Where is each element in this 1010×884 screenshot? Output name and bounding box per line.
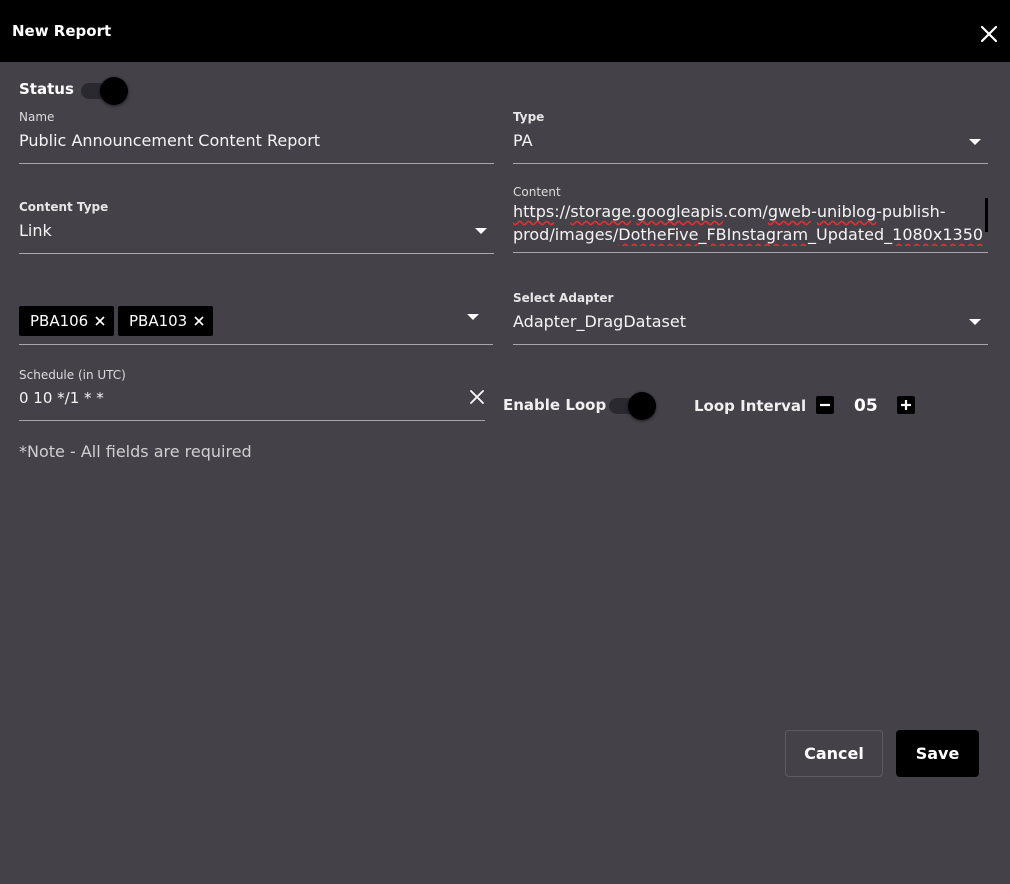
enable-loop-toggle[interactable] [607, 391, 657, 421]
name-input[interactable]: Public Announcement Content Report [19, 131, 320, 150]
save-button[interactable]: Save [896, 730, 979, 777]
content-word: gweb [767, 202, 812, 221]
content-label: Content [513, 185, 561, 199]
content-line-2: prod/images/DotheFive_FBInstagram_Update… [513, 223, 983, 246]
device-chip-label: PBA106 [30, 312, 89, 330]
plus-icon [901, 400, 911, 410]
content-textarea[interactable]: https://storage.googleapis.com/gweb-unib… [513, 200, 983, 246]
content-word: FBInstagram [706, 225, 809, 244]
enable-loop-toggle-knob [628, 392, 656, 420]
adapter-chevron-down-icon[interactable] [969, 319, 981, 325]
devices-underline [19, 344, 493, 345]
content-word: https [513, 202, 555, 221]
content-word: -publish- [876, 202, 946, 221]
content-word: prod/images/ [513, 225, 619, 244]
device-chip: PBA103 [118, 306, 214, 336]
status-toggle-knob [100, 77, 128, 105]
content-type-label: Content Type [19, 200, 109, 214]
content-type-select-value[interactable]: Link [19, 221, 52, 240]
content-word: 1080x1350 [892, 225, 983, 244]
required-note: *Note - All fields are required [19, 442, 252, 461]
device-chip-label: PBA103 [129, 312, 188, 330]
content-scrollbar[interactable] [985, 198, 988, 232]
cancel-button[interactable]: Cancel [785, 730, 883, 777]
increment-button[interactable] [897, 396, 915, 414]
adapter-label: Select Adapter [513, 291, 614, 305]
devices-chevron-down-icon[interactable] [467, 314, 479, 320]
schedule-label: Schedule (in UTC) [19, 368, 126, 382]
chip-close-icon[interactable] [193, 315, 205, 327]
content-word: DotheFive [618, 225, 699, 244]
type-underline [513, 163, 988, 164]
close-icon[interactable] [979, 24, 999, 44]
clear-icon[interactable] [469, 389, 485, 405]
content-word: storage [570, 202, 632, 221]
content-type-underline [19, 253, 494, 254]
schedule-underline [19, 420, 485, 421]
dialog-title: New Report [12, 22, 112, 40]
content-word: :// [554, 202, 571, 221]
status-toggle[interactable] [79, 76, 129, 106]
minus-icon [820, 403, 830, 407]
name-label: Name [19, 110, 55, 124]
schedule-input[interactable]: 0 10 */1 * * [19, 389, 104, 407]
decrement-button[interactable] [816, 396, 834, 414]
enable-loop-label: Enable Loop [503, 396, 607, 414]
status-label: Status [19, 80, 74, 98]
dialog-titlebar: New Report [0, 0, 1010, 62]
type-chevron-down-icon[interactable] [969, 139, 981, 145]
device-chip: PBA106 [19, 306, 115, 336]
content-line-1: https://storage.googleapis.com/gweb-unib… [513, 200, 983, 223]
type-label: Type [513, 110, 545, 124]
content-type-chevron-down-icon[interactable] [475, 228, 487, 234]
content-word: googleapis [636, 202, 724, 221]
adapter-underline [513, 344, 988, 345]
adapter-select-value[interactable]: Adapter_DragDataset [513, 312, 686, 331]
loop-interval-value: 05 [854, 396, 878, 416]
content-word: _Updated_ [808, 225, 893, 244]
name-underline [19, 163, 494, 164]
content-underline [513, 252, 988, 253]
type-select-value[interactable]: PA [513, 131, 533, 150]
content-word: .com/ [723, 202, 768, 221]
content-word: uniblog [816, 202, 877, 221]
chip-close-icon[interactable] [94, 315, 106, 327]
loop-interval-label: Loop Interval [694, 397, 807, 415]
